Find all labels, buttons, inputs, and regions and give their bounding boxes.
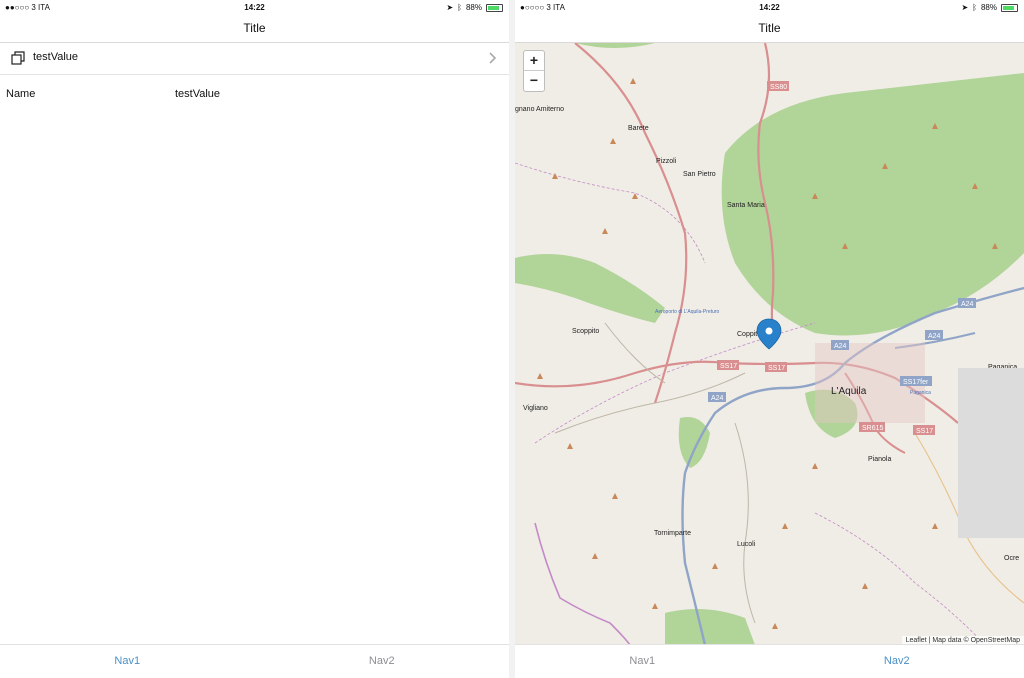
svg-text:Paganica: Paganica [910,390,931,396]
tab-nav1[interactable]: Nav1 [515,655,770,667]
battery-percent: 88% [465,3,482,12]
battery-icon [1001,3,1018,12]
navigation-bar: Title [0,14,509,43]
svg-text:SS17: SS17 [916,428,933,435]
nav-title: Title [758,21,781,35]
field-value: testValue [175,88,221,100]
svg-text:SS17fer: SS17fer [903,379,929,386]
tab-nav2[interactable]: Nav2 [255,655,510,667]
tab-nav1[interactable]: Nav1 [0,655,255,667]
location-arrow-icon: ➤ [961,3,969,12]
svg-text:Aeroporto di L'Aquila-Preturo: Aeroporto di L'Aquila-Preturo [655,309,720,315]
tab-nav2[interactable]: Nav2 [770,655,1024,667]
svg-text:SS80: SS80 [770,84,787,91]
field-label: Name [6,88,36,100]
navigation-bar: Title [515,14,1024,43]
svg-text:SS17: SS17 [720,363,737,370]
chevron-right-icon [489,52,497,64]
svg-text:San Pietro: San Pietro [683,171,716,178]
map-view[interactable]: SS80 A24 A24 A24 SS17 SS17 A24 SS17fer S… [515,43,1024,645]
tab-bar: Nav1 Nav2 [0,644,509,678]
svg-text:Scoppito: Scoppito [572,328,599,335]
battery-icon [486,3,503,12]
svg-text:Ocre: Ocre [1004,555,1019,562]
svg-text:SS17: SS17 [768,365,785,372]
zoom-control: + − [523,50,545,92]
tab-bar: Nav1 Nav2 [515,644,1024,678]
status-bar: ●○○○○ 3 ITA 14:22 ➤ ᛒ 88% [515,0,1024,14]
svg-text:Santa Maria: Santa Maria [727,202,765,209]
bluetooth-icon: ᛒ [972,3,977,12]
svg-text:Vigliano: Vigliano [523,405,548,412]
detail-row[interactable]: testValue [0,43,509,75]
left-screen: ●●○○○ 3 ITA 14:22 ➤ ᛒ 88% Title testValu… [0,0,509,678]
status-bar: ●●○○○ 3 ITA 14:22 ➤ ᛒ 88% [0,0,509,14]
svg-text:A24: A24 [961,301,974,308]
svg-text:SR615: SR615 [862,425,884,432]
svg-text:A24: A24 [834,343,847,350]
bluetooth-icon: ᛒ [457,3,462,12]
name-field: Name testValue [0,88,509,104]
status-time: 14:22 [244,3,265,12]
battery-percent: 88% [980,3,997,12]
svg-text:A24: A24 [928,333,941,340]
svg-text:Lucoli: Lucoli [737,541,756,548]
svg-text:gnano Amiterno: gnano Amiterno [515,106,564,113]
status-right-cluster: ➤ ᛒ 88% [961,3,1018,12]
location-arrow-icon: ➤ [446,3,454,12]
nav-title: Title [243,21,266,35]
svg-text:Tornimparte: Tornimparte [654,530,691,537]
tile-placeholder [958,368,1024,538]
zoom-out-button[interactable]: − [524,71,544,91]
status-right-cluster: ➤ ᛒ 88% [446,3,503,12]
right-screen: ●○○○○ 3 ITA 14:22 ➤ ᛒ 88% Title SS80 A24… [515,0,1024,678]
svg-text:Barete: Barete [628,125,649,132]
svg-text:L'Aquila: L'Aquila [831,386,867,397]
svg-text:Pizzoli: Pizzoli [656,158,677,165]
copy-icon [11,51,25,65]
zoom-in-button[interactable]: + [524,51,544,71]
svg-text:Pianola: Pianola [868,456,891,463]
row-label: testValue [33,51,79,63]
map-canvas[interactable]: SS80 A24 A24 A24 SS17 SS17 A24 SS17fer S… [515,43,1024,645]
status-time: 14:22 [759,3,780,12]
svg-text:A24: A24 [711,395,724,402]
